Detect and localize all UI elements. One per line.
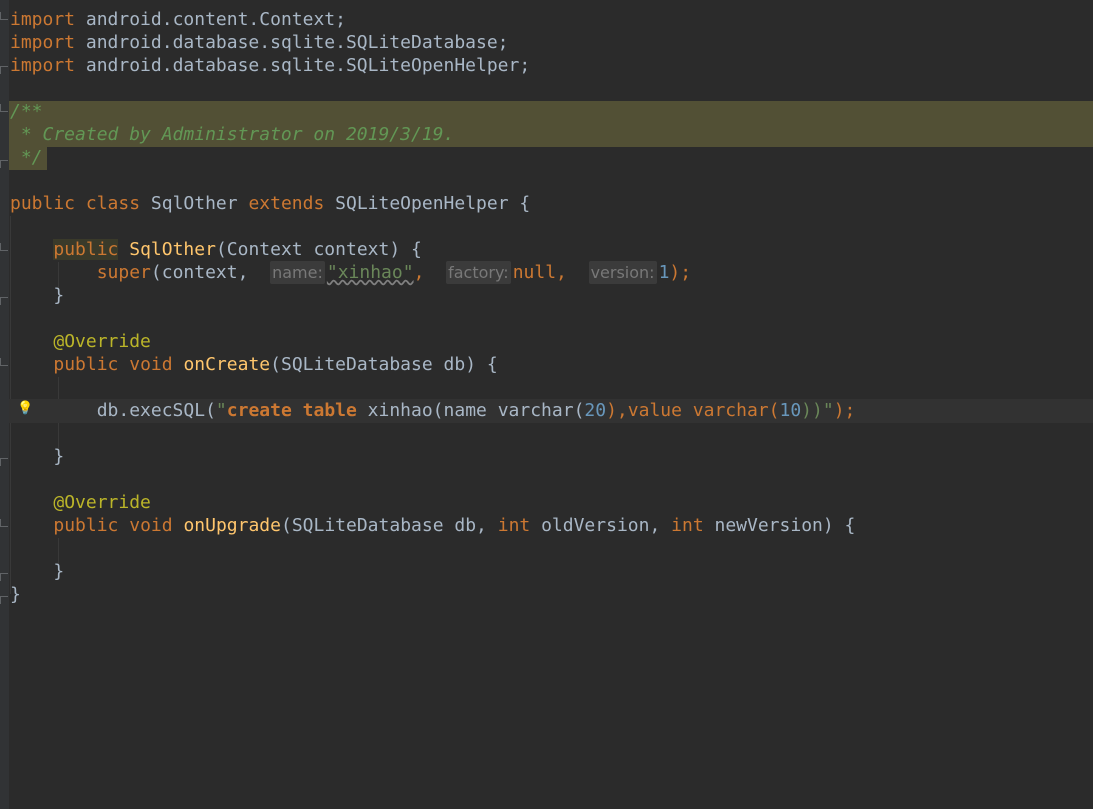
import-path: android.database.sqlite.SQLiteOpenHelper…	[85, 55, 531, 76]
code-line-oncreate-annotation[interactable]: @Override	[10, 330, 151, 353]
close-brace: }	[53, 285, 65, 306]
fold-marker-doc-end-icon[interactable]	[0, 160, 8, 168]
string-quote: "	[215, 400, 227, 421]
code-line-class-decl[interactable]: public class SqlOther extends SQLiteOpen…	[10, 192, 530, 215]
method-call: db.execSQL(	[96, 400, 216, 421]
fold-marker-doc-start-icon[interactable]	[0, 104, 8, 112]
extends-keyword: extends	[248, 193, 325, 214]
method-params: (SQLiteDatabase db,	[280, 515, 498, 536]
public-keyword: public	[10, 193, 76, 214]
code-line-constructor-decl[interactable]: public SqlOther(Context context) {	[10, 238, 422, 261]
code-line-execsql[interactable]: db.execSQL("create table xinhao(name var…	[10, 399, 856, 422]
import-keyword: import	[10, 9, 76, 30]
import-keyword: import	[10, 32, 76, 53]
super-args-open: (context,	[150, 262, 260, 283]
close-brace: }	[53, 446, 65, 467]
sql-number: 10	[779, 400, 802, 421]
param-hint-version: version:	[588, 261, 657, 284]
fold-marker-imports-end-icon[interactable]	[0, 66, 8, 74]
statement-end: );	[833, 400, 856, 421]
code-line-import-2[interactable]: import android.database.sqlite.SQLiteDat…	[10, 31, 509, 54]
fold-marker-imports-start-icon[interactable]	[0, 12, 8, 20]
sql-keyword: table	[302, 400, 357, 421]
code-line-import-1[interactable]: import android.content.Context;	[10, 8, 346, 31]
open-brace: {	[508, 193, 531, 214]
sql-text: ),value varchar(	[606, 400, 780, 421]
code-line-onupgrade-annotation[interactable]: @Override	[10, 491, 151, 514]
fold-marker-constructor-start-icon[interactable]	[0, 243, 8, 251]
constructor-name: SqlOther	[129, 239, 216, 260]
code-line-super-call[interactable]: super(context, name: "xinhao", factory: nu…	[10, 261, 691, 284]
number-literal: 1	[658, 262, 670, 283]
code-line-oncreate-decl[interactable]: public void onCreate(SQLiteDatabase db) …	[10, 353, 498, 376]
comma: ,	[556, 262, 578, 283]
method-params: (SQLiteDatabase db) {	[270, 354, 498, 375]
sql-number: 20	[584, 400, 607, 421]
comma: ,	[413, 262, 436, 283]
fold-marker-constructor-end-icon[interactable]	[0, 297, 8, 305]
fold-marker-onupgrade-start-icon[interactable]	[0, 519, 8, 527]
code-line-class-close[interactable]: }	[10, 583, 21, 606]
override-annotation: @Override	[53, 492, 151, 513]
constructor-params: (Context context) {	[215, 239, 422, 260]
import-keyword: import	[10, 55, 76, 76]
public-keyword: public	[53, 515, 119, 536]
method-name: onUpgrade	[183, 515, 281, 536]
code-line-doc-body[interactable]: * Created by Administrator on 2019/3/19.	[10, 123, 455, 146]
string-value: "xinhao"	[326, 262, 414, 283]
sql-keyword: create	[226, 400, 292, 421]
editor-gutter[interactable]	[0, 0, 9, 809]
null-literal: null	[512, 262, 557, 283]
fold-marker-oncreate-end-icon[interactable]	[0, 458, 8, 466]
import-path: android.database.sqlite.SQLiteDatabase;	[85, 32, 509, 53]
int-keyword: int	[497, 515, 531, 536]
code-line-import-3[interactable]: import android.database.sqlite.SQLiteOpe…	[10, 54, 530, 77]
fold-marker-onupgrade-end-icon[interactable]	[0, 573, 8, 581]
class-keyword: class	[85, 193, 141, 214]
code-line-oncreate-close[interactable]: }	[10, 445, 64, 468]
sql-text: ))"	[801, 400, 834, 421]
close-brace: }	[53, 561, 65, 582]
public-keyword: public	[53, 354, 119, 375]
code-editor[interactable]: 💡 import android.content.Context; import…	[0, 0, 1093, 809]
param-hint-name: name:	[270, 261, 325, 284]
code-line-onupgrade-close[interactable]: }	[10, 560, 64, 583]
import-path: android.content.Context;	[85, 9, 346, 30]
int-keyword: int	[671, 515, 704, 536]
public-keyword: public	[53, 239, 119, 260]
method-name: onCreate	[183, 354, 271, 375]
code-line-doc-close[interactable]: */	[10, 146, 43, 169]
code-line-onupgrade-decl[interactable]: public void onUpgrade(SQLiteDatabase db,…	[10, 514, 855, 537]
void-keyword: void	[129, 354, 173, 375]
code-line-doc-open[interactable]: /**	[10, 100, 43, 123]
sql-text: xinhao(name varchar(	[356, 400, 585, 421]
parent-class-name: SQLiteOpenHelper	[335, 193, 509, 214]
class-name: SqlOther	[150, 193, 238, 214]
string-literal: "xinhao"	[327, 262, 414, 283]
fold-marker-oncreate-start-icon[interactable]	[0, 358, 8, 366]
statement-end: );	[669, 262, 692, 283]
code-line-constructor-close[interactable]: }	[10, 284, 64, 307]
param-new-version: newVersion) {	[703, 515, 856, 536]
param-old-version: oldVersion,	[530, 515, 672, 536]
override-annotation: @Override	[53, 331, 151, 352]
void-keyword: void	[129, 515, 173, 536]
param-hint-factory: factory:	[446, 261, 511, 284]
fold-marker-class-end-icon[interactable]	[0, 596, 8, 604]
super-keyword: super	[96, 262, 151, 283]
